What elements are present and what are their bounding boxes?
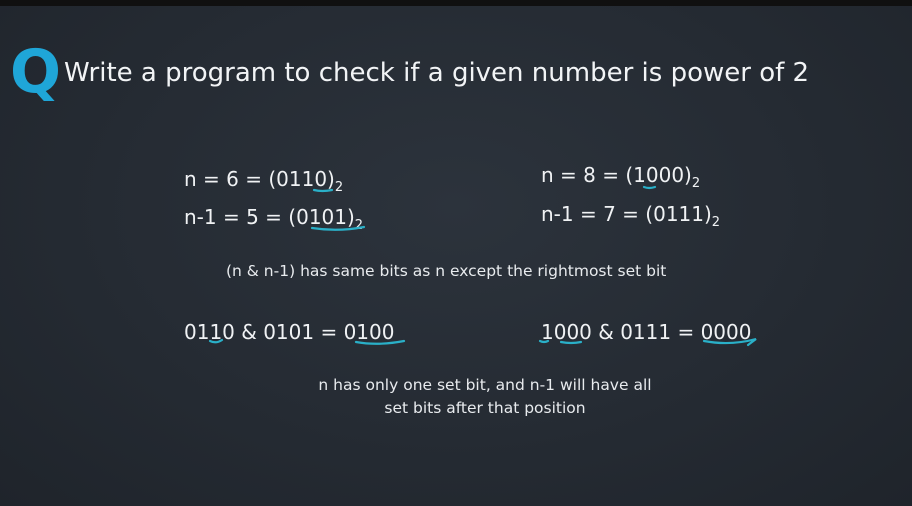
right-and-result: 1000 & 0111 = 0000 — [541, 320, 752, 344]
rule-text: (n & n-1) has same bits as n except the … — [226, 262, 667, 280]
conclusion-text: n has only one set bit, and n-1 will hav… — [240, 374, 730, 421]
underline-right-n-bit — [642, 185, 657, 190]
question-title: Write a program to check if a given numb… — [64, 58, 810, 88]
slide: Q Write a program to check if a given nu… — [0, 6, 912, 506]
right-n-minus-1-equation: n-1 = 7 = (0111)2 — [541, 202, 721, 230]
left-and-result: 0110 & 0101 = 0100 — [184, 320, 395, 344]
right-n-equation: n = 8 = (1000)2 — [541, 163, 701, 191]
left-n-minus-1-equation: n-1 = 5 = (0101)2 — [184, 205, 364, 233]
left-n-equation: n = 6 = (0110)2 — [184, 167, 344, 195]
conclusion-line-1: n has only one set bit, and n-1 will hav… — [318, 376, 652, 394]
q-logo: Q — [10, 37, 62, 107]
conclusion-line-2: set bits after that position — [384, 399, 586, 418]
